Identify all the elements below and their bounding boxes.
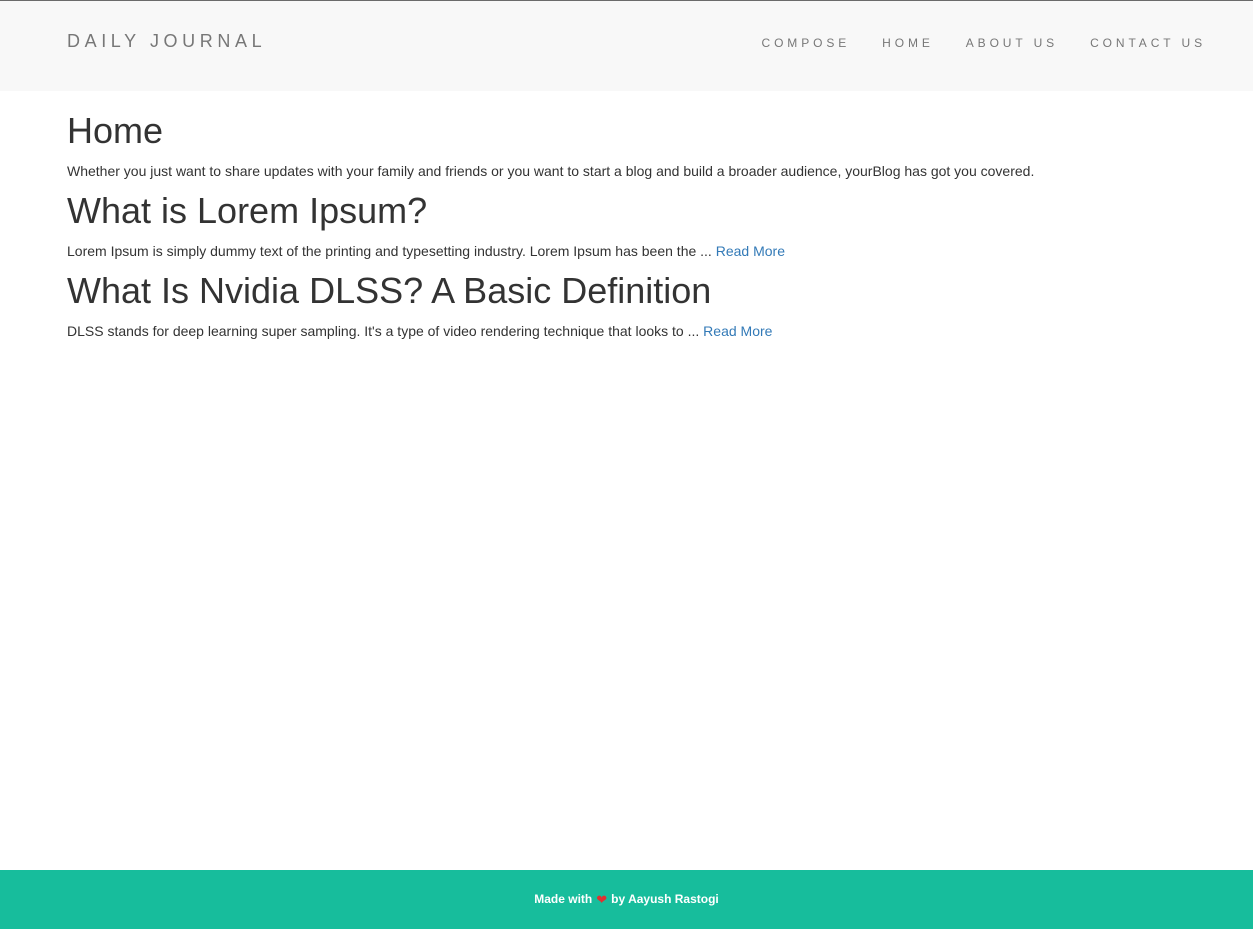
post-item: What Is Nvidia DLSS? A Basic Definition … [67, 271, 1207, 341]
post-title: What is Lorem Ipsum? [67, 190, 428, 231]
intro-text: Whether you just want to share updates w… [67, 163, 1035, 179]
nav-item-home: HOME [882, 34, 934, 52]
footer-author: by Aayush Rastogi [611, 892, 719, 906]
brand-link[interactable]: DAILY JOURNAL [67, 31, 266, 51]
page-title: Home [67, 110, 164, 151]
post-excerpt-text: DLSS stands for deep learning super samp… [67, 323, 700, 339]
post-excerpt: Lorem Ipsum is simply dummy text of the … [67, 241, 1207, 261]
navbar: DAILY JOURNAL COMPOSE HOME ABOUT US CONT… [0, 0, 1253, 91]
read-more-link[interactable]: Read More [703, 323, 772, 339]
footer-prefix: Made with [534, 892, 593, 906]
nav-link-about-us[interactable]: ABOUT US [966, 36, 1058, 50]
heart-icon: ❤ [596, 892, 608, 907]
post-excerpt-text: Lorem Ipsum is simply dummy text of the … [67, 243, 712, 259]
nav-item-about-us: ABOUT US [966, 34, 1058, 52]
main-content: Home Whether you just want to share upda… [67, 91, 1207, 341]
nav-item-compose: COMPOSE [762, 34, 851, 52]
nav-link-compose[interactable]: COMPOSE [762, 36, 851, 50]
nav-link-contact-us[interactable]: CONTACT US [1090, 36, 1206, 50]
post-item: What is Lorem Ipsum? Lorem Ipsum is simp… [67, 191, 1207, 261]
post-title: What Is Nvidia DLSS? A Basic Definition [67, 270, 712, 311]
nav-link-home[interactable]: HOME [882, 36, 934, 50]
read-more-link[interactable]: Read More [716, 243, 785, 259]
nav-item-contact-us: CONTACT US [1090, 34, 1206, 52]
post-excerpt: DLSS stands for deep learning super samp… [67, 321, 1207, 341]
nav-menu: COMPOSE HOME ABOUT US CONTACT US [730, 34, 1207, 52]
footer: Made with ❤ by Aayush Rastogi [0, 870, 1253, 929]
